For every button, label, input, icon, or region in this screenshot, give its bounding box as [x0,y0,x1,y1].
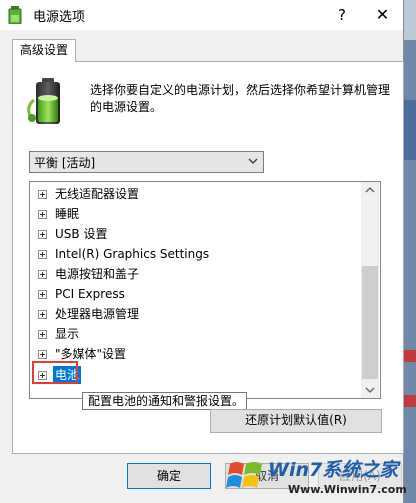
tree-item[interactable]: PCI Express [30,284,362,304]
tree-item-label: 处理器电源管理 [55,307,140,321]
expand-plus-icon[interactable] [38,190,47,199]
site-watermark: Win7系统之家 Www.Winwin7.com [222,452,416,503]
tree-item[interactable]: 处理器电源管理 [30,304,362,324]
tree-item-label: 睡眠 [55,207,80,221]
watermark-brand-text: Win7系统之家 [268,459,399,481]
tree-item-label: 无线适配器设置 [55,187,140,201]
close-button[interactable]: ✕ [362,0,403,30]
annotation-highlight-box [32,361,78,384]
windows-logo-icon [226,462,262,488]
scroll-down-arrow-icon[interactable] [361,381,379,398]
scrollbar-thumb[interactable] [362,266,378,379]
power-plan-selected-value: 平衡 [活动] [34,156,96,170]
plan-description: 选择你要自定义的电源计划，然后选择你希望计算机管理的电源设置。 [90,83,391,114]
scroll-up-arrow-icon[interactable] [361,182,379,199]
tree-item-label: 电源按钮和盖子 [55,267,140,281]
tree-item[interactable]: 睡眠 [30,204,362,224]
tree-item-battery[interactable]: 电池 [30,365,362,385]
battery-tooltip: 配置电池的通知和警报设置。 [82,392,247,410]
tree-item-label: PCI Express [55,287,125,301]
expand-plus-icon[interactable] [38,270,47,279]
power-plan-dropdown[interactable]: 平衡 [活动] [29,151,264,173]
power-options-dialog: 电源选项 ? ✕ 高级设置 选择你要自定义的电源计划，然后选择你希望计算机管理的… [0,0,407,503]
tree-item-label: USB 设置 [55,227,108,241]
tree-item[interactable]: 电源按钮和盖子 [30,264,362,284]
window-title: 电源选项 [33,10,86,25]
tree-item-label: 显示 [55,327,80,341]
expand-plus-icon[interactable] [38,250,47,259]
title-bar[interactable]: 电源选项 ? ✕ [0,0,403,30]
background-window-edge [403,0,416,503]
tree-item[interactable]: "多媒体"设置 [30,344,362,364]
expand-plus-icon[interactable] [38,230,47,239]
tree-item[interactable]: Intel(R) Graphics Settings [30,244,362,264]
expand-plus-icon[interactable] [38,350,47,359]
battery-plan-icon [27,78,60,124]
power-options-app-icon [8,6,22,24]
help-button[interactable]: ? [322,0,362,30]
tree-item[interactable]: USB 设置 [30,224,362,244]
expand-plus-icon[interactable] [38,310,47,319]
watermark-url-text: Www.Winwin7.com [288,483,407,496]
expand-plus-icon[interactable] [38,290,47,299]
background-strip-segment [403,100,416,160]
ok-button[interactable]: 确定 [127,463,211,489]
tab-advanced-settings[interactable]: 高级设置 [12,39,76,62]
background-strip-segment [403,0,416,40]
background-strip-segment [403,395,416,407]
tree-scrollbar[interactable] [361,182,379,398]
expand-plus-icon[interactable] [38,210,47,219]
power-settings-tree[interactable]: 无线适配器设置 睡眠 USB 设置 Intel(R) Graphics Sett… [29,181,381,399]
restore-plan-defaults-button[interactable]: 还原计划默认值(R) [210,409,382,433]
background-strip-segment [403,350,416,362]
expand-plus-icon[interactable] [38,330,47,339]
tree-item[interactable]: 显示 [30,324,362,344]
tree-item[interactable]: 无线适配器设置 [30,184,362,204]
chevron-down-icon [248,158,258,164]
tree-item-label: Intel(R) Graphics Settings [55,247,210,261]
